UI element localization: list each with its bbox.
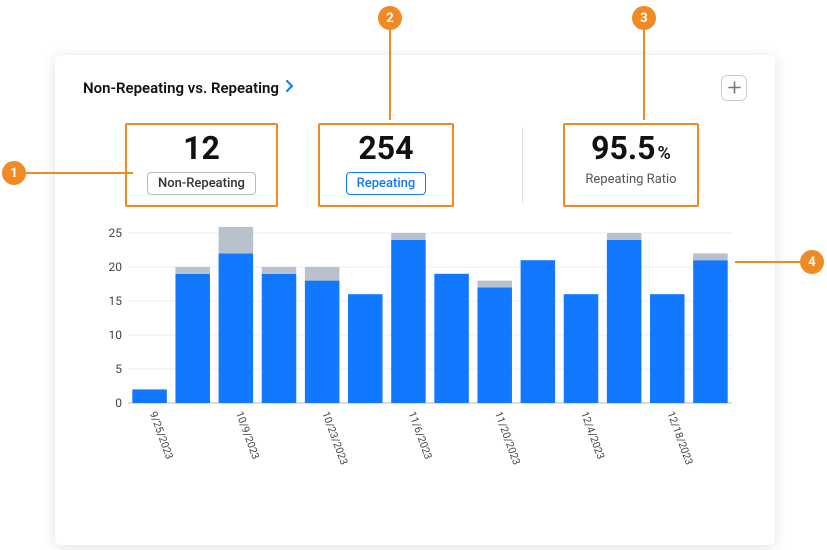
stat-non-repeating: 12 Non-Repeating [125,123,278,207]
svg-text:20: 20 [109,260,123,274]
svg-text:15: 15 [109,294,123,308]
svg-text:25: 25 [109,227,123,240]
report-card: Non-Repeating vs. Repeating 12 Non-Repea… [55,55,775,545]
stats-row: 12 Non-Repeating 254 Repeating 95.5% Rep… [83,123,747,207]
bar-repeating [391,240,426,403]
plus-icon [728,79,741,98]
card-header: Non-Repeating vs. Repeating [83,75,747,101]
bar-non-repeating [391,233,426,240]
stat-ratio-value: 95.5% [585,131,677,166]
bar-repeating [219,254,254,404]
bar-repeating [262,274,297,403]
bar-non-repeating [477,281,512,288]
bar-non-repeating [219,227,254,253]
svg-text:0: 0 [115,396,122,410]
svg-text:9/25/2023: 9/25/2023 [147,410,176,461]
bar-repeating [693,260,728,403]
stat-repeating-value: 254 [340,131,432,166]
callout-line-1 [26,172,133,174]
svg-text:11/20/2023: 11/20/2023 [492,410,523,467]
stat-non-repeating-value: 12 [147,131,256,166]
stat-ratio: 95.5% Repeating Ratio [563,123,699,207]
bar-repeating [175,274,210,403]
stat-repeating: 254 Repeating [318,123,454,207]
bar-repeating [477,288,512,404]
bar-non-repeating [262,267,297,274]
svg-text:10/23/2023: 10/23/2023 [319,410,350,467]
bar-chart: 0 5 10 15 20 25 9/25/2023 10/9/2023 10/23/2023 11… [92,227,738,467]
svg-text:5: 5 [115,362,122,376]
stats-right: 95.5% Repeating Ratio [533,123,729,207]
bar-non-repeating [305,267,340,281]
bar-repeating [434,274,469,403]
bar-repeating [348,294,383,403]
callout-2: 2 [378,6,402,30]
bar-repeating [132,390,167,404]
stat-repeating-label[interactable]: Repeating [346,172,427,195]
report-title-link[interactable]: Non-Repeating vs. Repeating [83,79,294,97]
svg-text:11/6/2023: 11/6/2023 [406,410,435,461]
bar-non-repeating [175,267,210,274]
bar-repeating [564,294,599,403]
callout-4: 4 [800,250,824,274]
bar-non-repeating [693,254,728,261]
svg-text:10: 10 [109,328,123,342]
callout-3: 3 [632,6,656,30]
svg-text:12/4/2023: 12/4/2023 [578,410,607,461]
stat-non-repeating-label[interactable]: Non-Repeating [147,172,256,195]
stat-ratio-label: Repeating Ratio [585,172,677,187]
bar-repeating [607,240,642,403]
svg-text:12/18/2023: 12/18/2023 [664,410,695,467]
bar-non-repeating [607,233,642,240]
svg-text:10/9/2023: 10/9/2023 [233,410,262,461]
callout-1: 1 [2,161,26,185]
bar-repeating [650,294,685,403]
chevron-right-icon [285,80,294,96]
vertical-divider [522,127,523,203]
callout-line-4 [735,261,800,263]
bar-repeating [521,260,556,403]
callout-line-2 [389,30,391,120]
callout-line-3 [643,30,645,120]
report-title: Non-Repeating vs. Repeating [83,79,279,97]
bar-repeating [305,281,340,403]
add-button[interactable] [721,75,747,101]
stats-left: 12 Non-Repeating 254 Repeating [101,123,512,207]
